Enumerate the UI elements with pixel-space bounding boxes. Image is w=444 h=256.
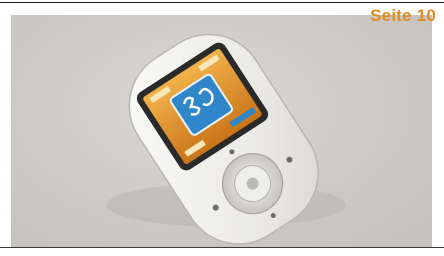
device-illustration bbox=[106, 33, 346, 245]
top-rule bbox=[0, 2, 444, 3]
product-photo bbox=[11, 15, 432, 247]
photo-frame: Seite 10 bbox=[0, 0, 444, 256]
page-label: Seite 10 bbox=[370, 6, 436, 25]
bottom-rule bbox=[0, 247, 444, 248]
